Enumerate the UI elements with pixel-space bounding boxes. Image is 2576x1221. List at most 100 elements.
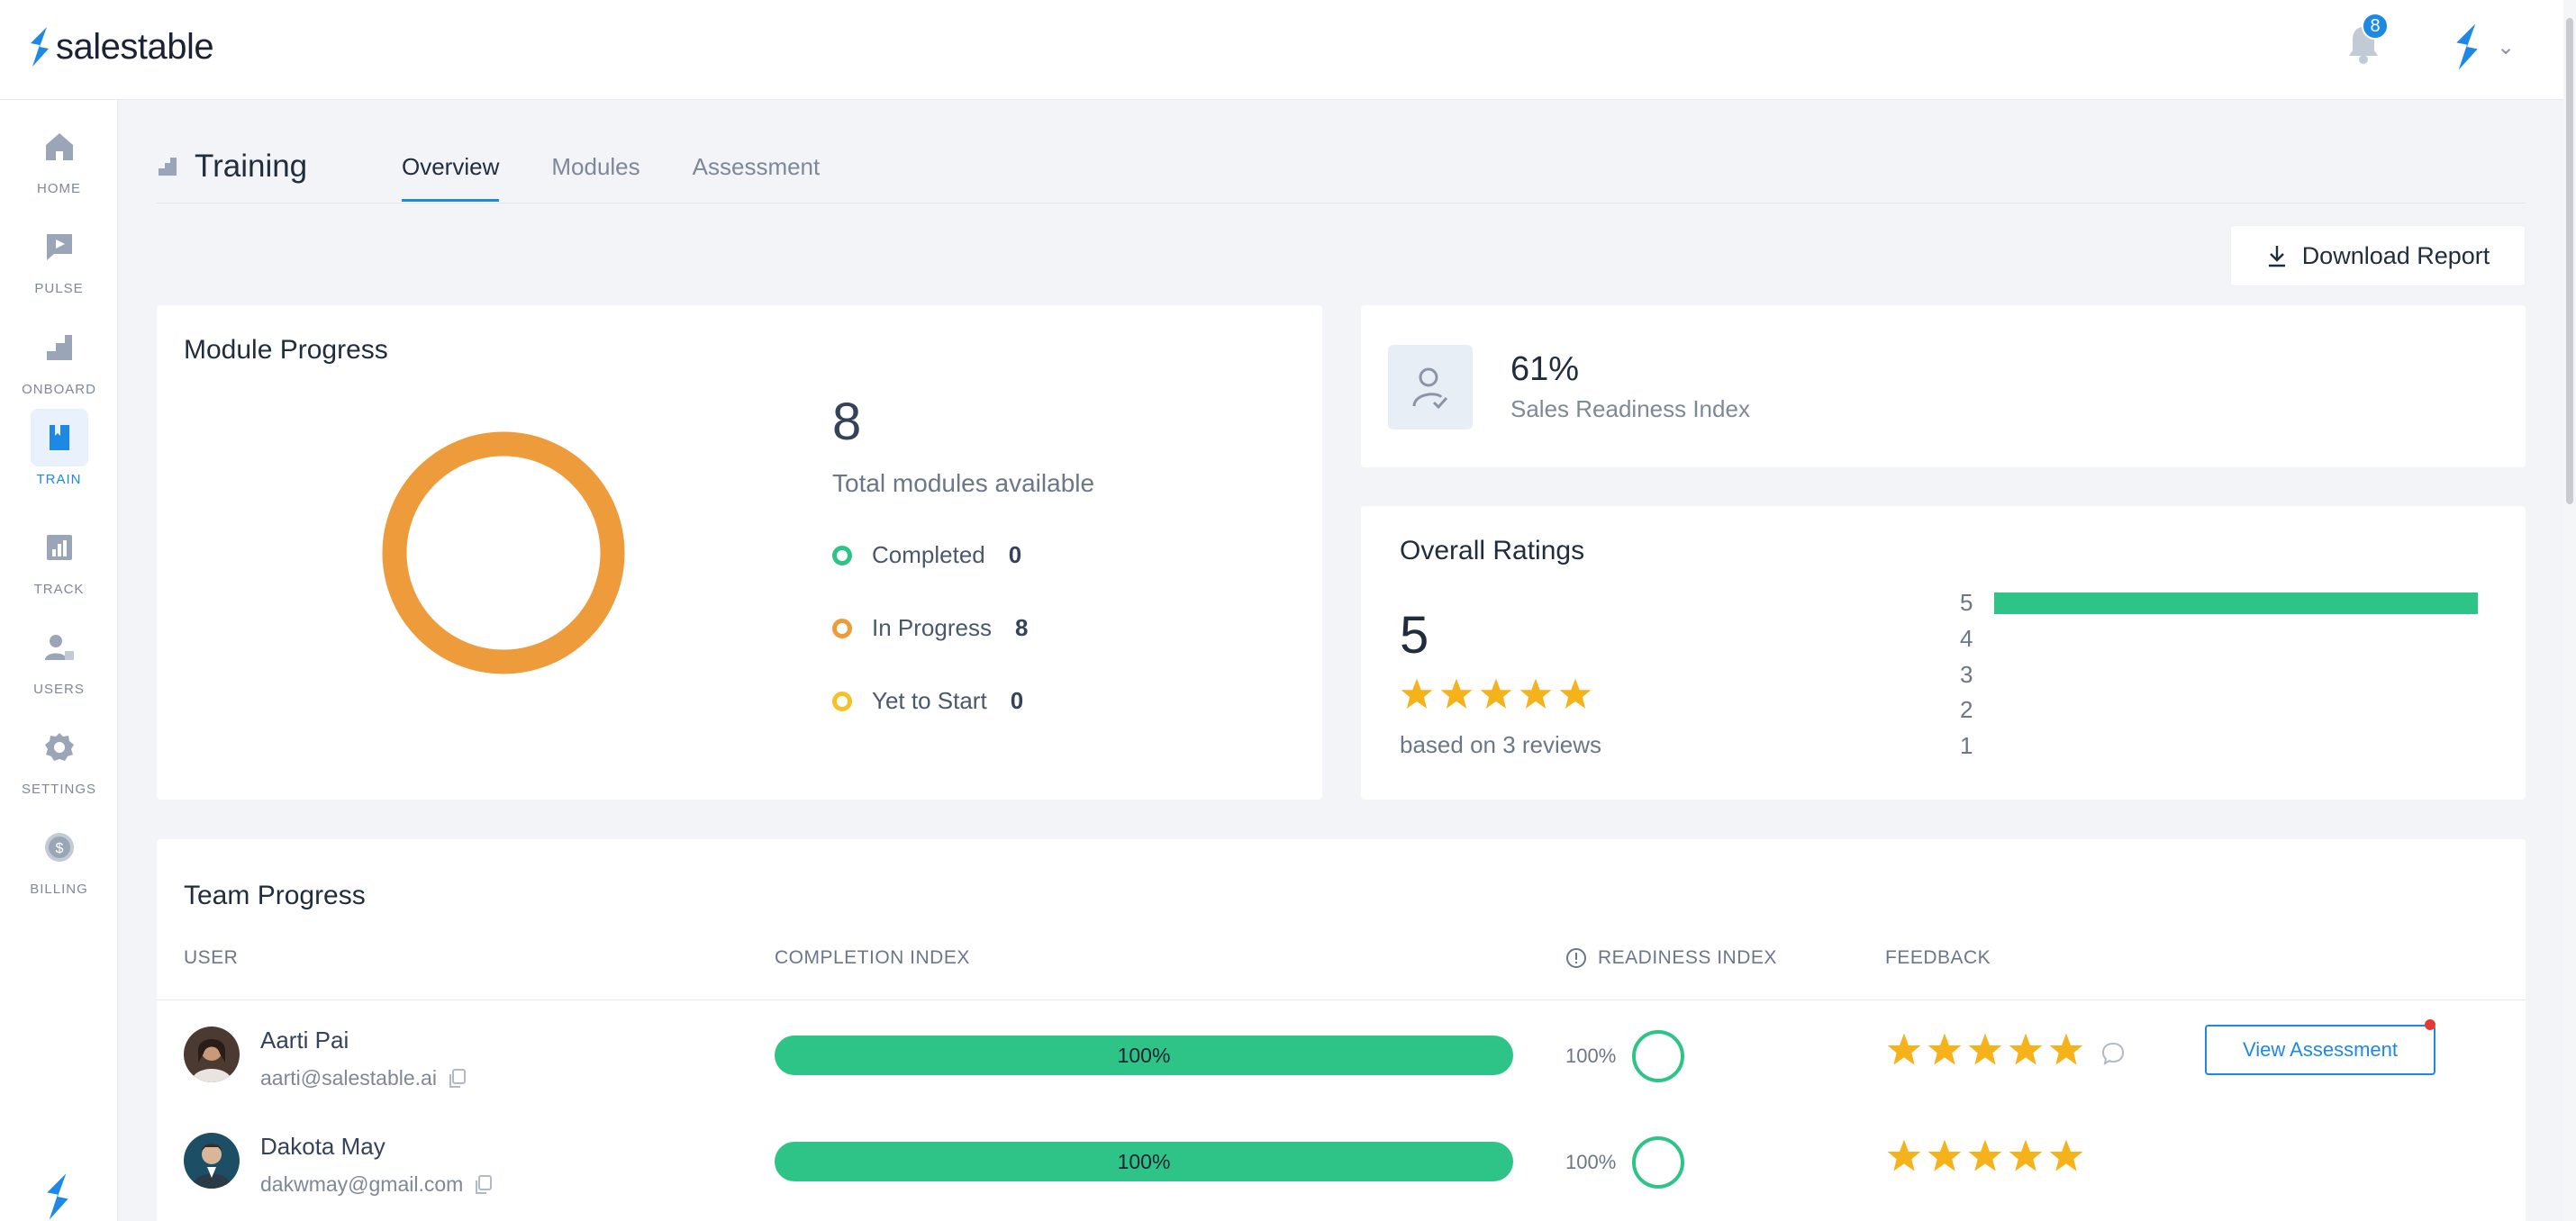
readiness-value: 100% xyxy=(1565,1045,1617,1067)
chat-icon xyxy=(31,218,88,276)
sidebar-item-pulse[interactable]: PULSE xyxy=(0,218,118,308)
readiness-header-label: READINESS INDEX xyxy=(1598,947,1777,968)
legend-value: 0 xyxy=(1010,687,1024,714)
completion-value: 100% xyxy=(1117,1149,1171,1173)
copy-icon[interactable] xyxy=(474,1174,493,1195)
sidebar-item-label: TRACK xyxy=(33,582,85,597)
sidebar-item-track[interactable]: TRACK xyxy=(0,519,118,609)
sidebar-item-label: BILLING xyxy=(30,882,88,897)
brand-logo[interactable]: salestable xyxy=(27,25,214,68)
in-progress-dot xyxy=(832,618,852,638)
page-title: Training xyxy=(157,149,307,185)
users-icon xyxy=(31,619,88,676)
sidebar-item-train[interactable]: TRAIN xyxy=(0,409,118,499)
star-icon xyxy=(1480,678,1512,709)
sidebar-item-label: HOME xyxy=(37,181,81,196)
legend-yet-to-start: Yet to Start 0 xyxy=(832,687,1023,715)
table-row: Dakota May dakwmay@gmail.com 100% 100% xyxy=(157,1106,2526,1212)
rating-bar-label: 2 xyxy=(1960,696,1973,723)
completion-value: 100% xyxy=(1117,1043,1171,1067)
legend-label: Completed xyxy=(872,541,985,568)
gear-icon xyxy=(31,719,88,776)
sales-readiness-card: 61% Sales Readiness Index xyxy=(1361,305,2526,467)
download-report-button[interactable]: Download Report xyxy=(2230,225,2526,286)
rating-bar-label: 1 xyxy=(1960,732,1973,759)
sidebar-item-label: ONBOARD xyxy=(22,382,96,397)
module-progress-title: Module Progress xyxy=(184,335,388,365)
home-icon xyxy=(31,118,88,176)
star-icon xyxy=(1927,1033,1962,1065)
rating-bar-label: 5 xyxy=(1960,589,1973,616)
sidebar-item-label: USERS xyxy=(33,682,85,697)
star-icon xyxy=(1401,678,1433,709)
overall-ratings-title: Overall Ratings xyxy=(1400,536,1585,565)
page-title-text: Training xyxy=(195,149,308,184)
sidebar-item-settings[interactable]: SETTINGS xyxy=(0,719,118,809)
download-icon xyxy=(2268,246,2285,267)
training-icon xyxy=(159,158,177,176)
star-icon xyxy=(1887,1033,1921,1065)
table-row: Aarti Pai aarti@salestable.ai 100% 100% … xyxy=(157,999,2526,1106)
rating-bar-track xyxy=(1994,592,2479,614)
view-assessment-button[interactable]: View Assessment xyxy=(2205,1025,2435,1075)
user-email: dakwmay@gmail.com xyxy=(260,1172,493,1197)
user-check-icon xyxy=(1388,345,1473,430)
legend-value: 8 xyxy=(1014,614,1029,641)
user-email: aarti@salestable.ai xyxy=(260,1066,466,1090)
star-icon xyxy=(2049,1139,2083,1171)
account-menu[interactable]: ⌄ xyxy=(2452,22,2515,72)
reviews-count: based on 3 reviews xyxy=(1400,731,1602,758)
rating-stars xyxy=(1400,677,1592,711)
svg-text:$: $ xyxy=(55,841,63,856)
tab-assessment[interactable]: Assessment xyxy=(693,153,821,202)
total-modules-count: 8 xyxy=(832,393,862,451)
feedback-stars xyxy=(1886,1138,2084,1174)
tab-modules[interactable]: Modules xyxy=(551,153,639,202)
column-header-completion: COMPLETION INDEX xyxy=(775,947,970,968)
star-icon xyxy=(1519,678,1552,709)
steps-icon xyxy=(31,319,88,376)
unread-indicator-dot xyxy=(2425,1019,2435,1030)
team-progress-card: Team Progress USER COMPLETION INDEX READ… xyxy=(157,839,2526,1221)
tab-divider xyxy=(157,203,2526,204)
rating-bar-track xyxy=(1994,700,2478,721)
sidebar: HOME PULSE ONBOARD TRAIN TRACK USERS SET… xyxy=(0,100,118,1221)
yet-to-start-dot xyxy=(832,691,852,711)
completion-progress-bar: 100% xyxy=(775,1036,1513,1075)
feedback-stars xyxy=(1886,1032,2084,1068)
rating-bar-2: 2 xyxy=(1960,696,2478,724)
page-scrollbar-thumb[interactable] xyxy=(2566,18,2573,504)
readiness-ring xyxy=(1632,1136,1684,1189)
sidebar-item-billing[interactable]: $ BILLING xyxy=(0,819,118,909)
legend-label: Yet to Start xyxy=(872,687,987,714)
rating-bar-4: 4 xyxy=(1960,625,2478,653)
info-icon[interactable] xyxy=(1565,947,1587,969)
completion-progress-bar: 100% xyxy=(775,1142,1513,1181)
readiness-value: 61% xyxy=(1510,350,1580,388)
legend-completed: Completed 0 xyxy=(832,541,1021,569)
readiness-label: Sales Readiness Index xyxy=(1510,395,1750,422)
team-progress-title: Team Progress xyxy=(184,881,366,910)
user-name: Dakota May xyxy=(260,1133,385,1160)
account-logo-icon xyxy=(2456,23,2478,70)
sidebar-item-users[interactable]: USERS xyxy=(0,619,118,709)
copy-icon[interactable] xyxy=(448,1068,466,1089)
comment-icon[interactable] xyxy=(2100,1041,2126,1066)
rating-bar-5: 5 xyxy=(1960,589,2479,617)
rating-bar-track xyxy=(1994,629,2478,650)
column-header-feedback: FEEDBACK xyxy=(1885,947,1991,968)
legend-label: In Progress xyxy=(872,614,992,641)
tab-overview[interactable]: Overview xyxy=(402,153,500,202)
download-report-label: Download Report xyxy=(2301,241,2490,269)
tab-bar: Overview Modules Assessment xyxy=(402,153,820,202)
module-progress-card: Module Progress 8 Total modules availabl… xyxy=(157,305,1322,800)
user-email-text: aarti@salestable.ai xyxy=(260,1066,437,1090)
star-icon xyxy=(1440,678,1473,709)
brand-name: salestable xyxy=(56,26,214,67)
sidebar-item-home[interactable]: HOME xyxy=(0,118,118,208)
sidebar-item-onboard[interactable]: ONBOARD xyxy=(0,319,118,409)
legend-value: 0 xyxy=(1008,541,1022,568)
rating-bar-label: 3 xyxy=(1960,661,1973,688)
notification-count-badge: 8 xyxy=(2362,13,2389,40)
readiness-value: 100% xyxy=(1565,1151,1617,1173)
